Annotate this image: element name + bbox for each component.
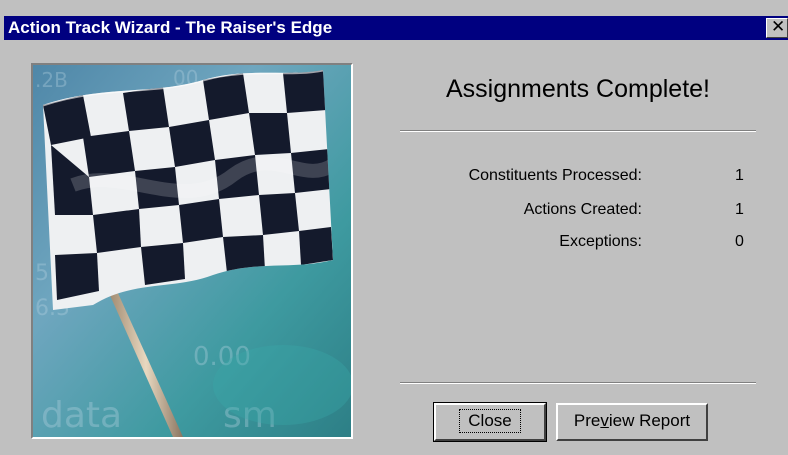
checkered-flag-icon: .2B 00 .99 5.5 6.5 0.00 data sm	[33, 65, 351, 437]
bg-digit: .2B	[35, 68, 68, 92]
constituents-processed-label: Constituents Processed:	[468, 167, 642, 184]
close-icon: ✕	[771, 17, 786, 37]
constituents-processed-value: 1	[735, 167, 744, 184]
exceptions-value: 0	[735, 233, 744, 250]
bg-digit: data	[41, 395, 122, 436]
actions-created-value: 1	[735, 201, 744, 218]
close-button[interactable]: Close	[433, 402, 547, 442]
completion-heading: Assignments Complete!	[445, 75, 710, 103]
preview-report-button[interactable]: Preview Report	[556, 403, 708, 441]
action-track-wizard-dialog: Action Track Wizard - The Raiser's Edge …	[0, 0, 788, 455]
actions-created-label: Actions Created:	[523, 201, 642, 218]
window-title: Action Track Wizard - The Raiser's Edge	[8, 18, 333, 37]
top-divider	[400, 130, 756, 132]
exceptions-label: Exceptions:	[559, 233, 642, 250]
bottom-divider	[400, 382, 756, 384]
close-button-label: Close	[459, 409, 521, 433]
title-bar[interactable]: Action Track Wizard - The Raiser's Edge …	[4, 16, 788, 40]
preview-report-label: Preview Report	[573, 411, 691, 430]
wizard-image-panel: .2B 00 .99 5.5 6.5 0.00 data sm	[31, 63, 353, 439]
close-window-button[interactable]: ✕	[766, 17, 788, 38]
